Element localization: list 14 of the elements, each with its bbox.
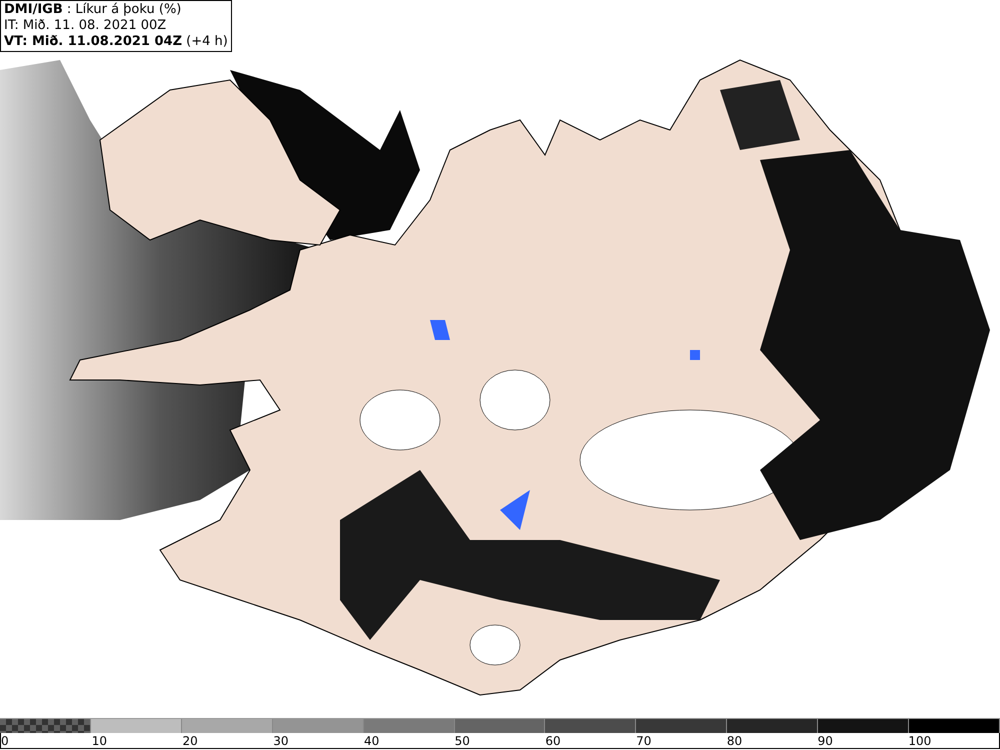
title-line: DMI/IGB : Líkur á þoku (%) xyxy=(4,2,182,18)
legend-label: 80 xyxy=(726,734,742,748)
legend-label: 30 xyxy=(273,734,288,748)
legend-label: 60 xyxy=(545,734,561,748)
legend-label: 100 xyxy=(908,734,932,748)
legend-label: 40 xyxy=(364,734,380,748)
legend-label: 0 xyxy=(1,734,9,748)
legend-label: 90 xyxy=(818,734,833,748)
legend-label: 50 xyxy=(454,734,470,748)
legend-label: 20 xyxy=(182,734,198,748)
legend-label: 70 xyxy=(636,734,652,748)
title-line: VT: Mið. 11.08.2021 04Z (+4 h) xyxy=(4,34,228,50)
legend-label: 10 xyxy=(92,734,108,748)
title-line: IT: Mið. 11. 08. 2021 00Z xyxy=(4,18,166,34)
